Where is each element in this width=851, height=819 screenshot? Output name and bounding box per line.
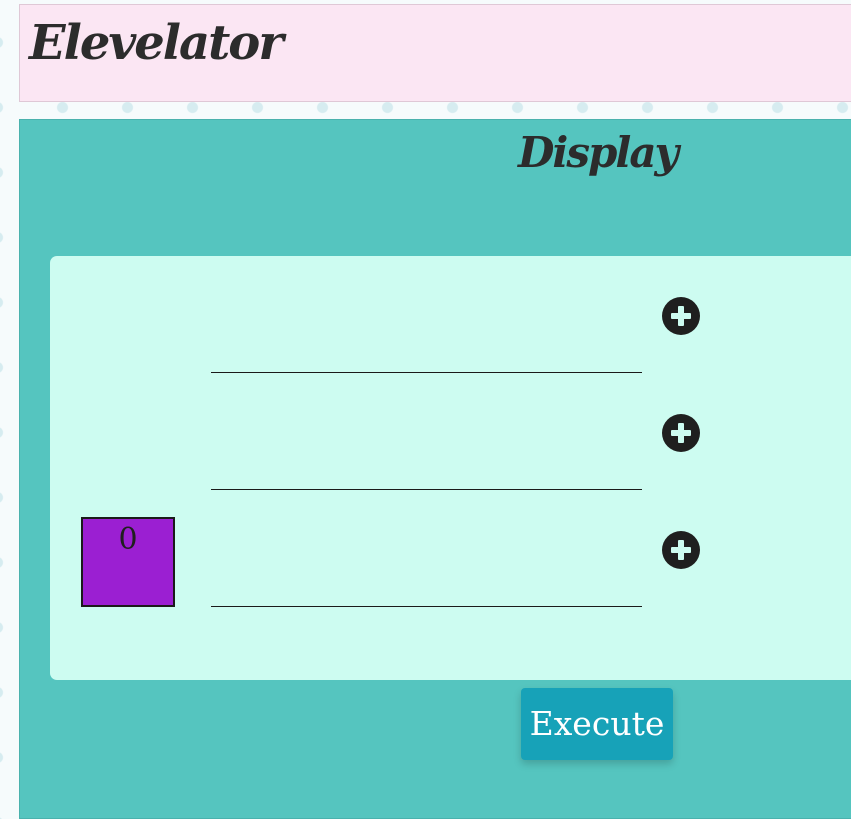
- plus-circle-icon[interactable]: [662, 297, 700, 335]
- main-panel: Display 0 Execute: [19, 119, 851, 819]
- display-title: Display: [518, 128, 679, 177]
- elevator-floor-number: 0: [118, 522, 138, 557]
- floor-line: [211, 606, 642, 607]
- floor-row: [50, 256, 851, 373]
- floor-row: [50, 373, 851, 490]
- app-header: Elevelator: [19, 4, 851, 102]
- plus-circle-icon[interactable]: [662, 531, 700, 569]
- app-title: Elevelator: [29, 15, 284, 71]
- plus-circle-icon[interactable]: [662, 414, 700, 452]
- elevator-car: 0: [81, 517, 175, 607]
- elevator-display-card: 0: [50, 256, 851, 680]
- execute-button[interactable]: Execute: [521, 688, 673, 760]
